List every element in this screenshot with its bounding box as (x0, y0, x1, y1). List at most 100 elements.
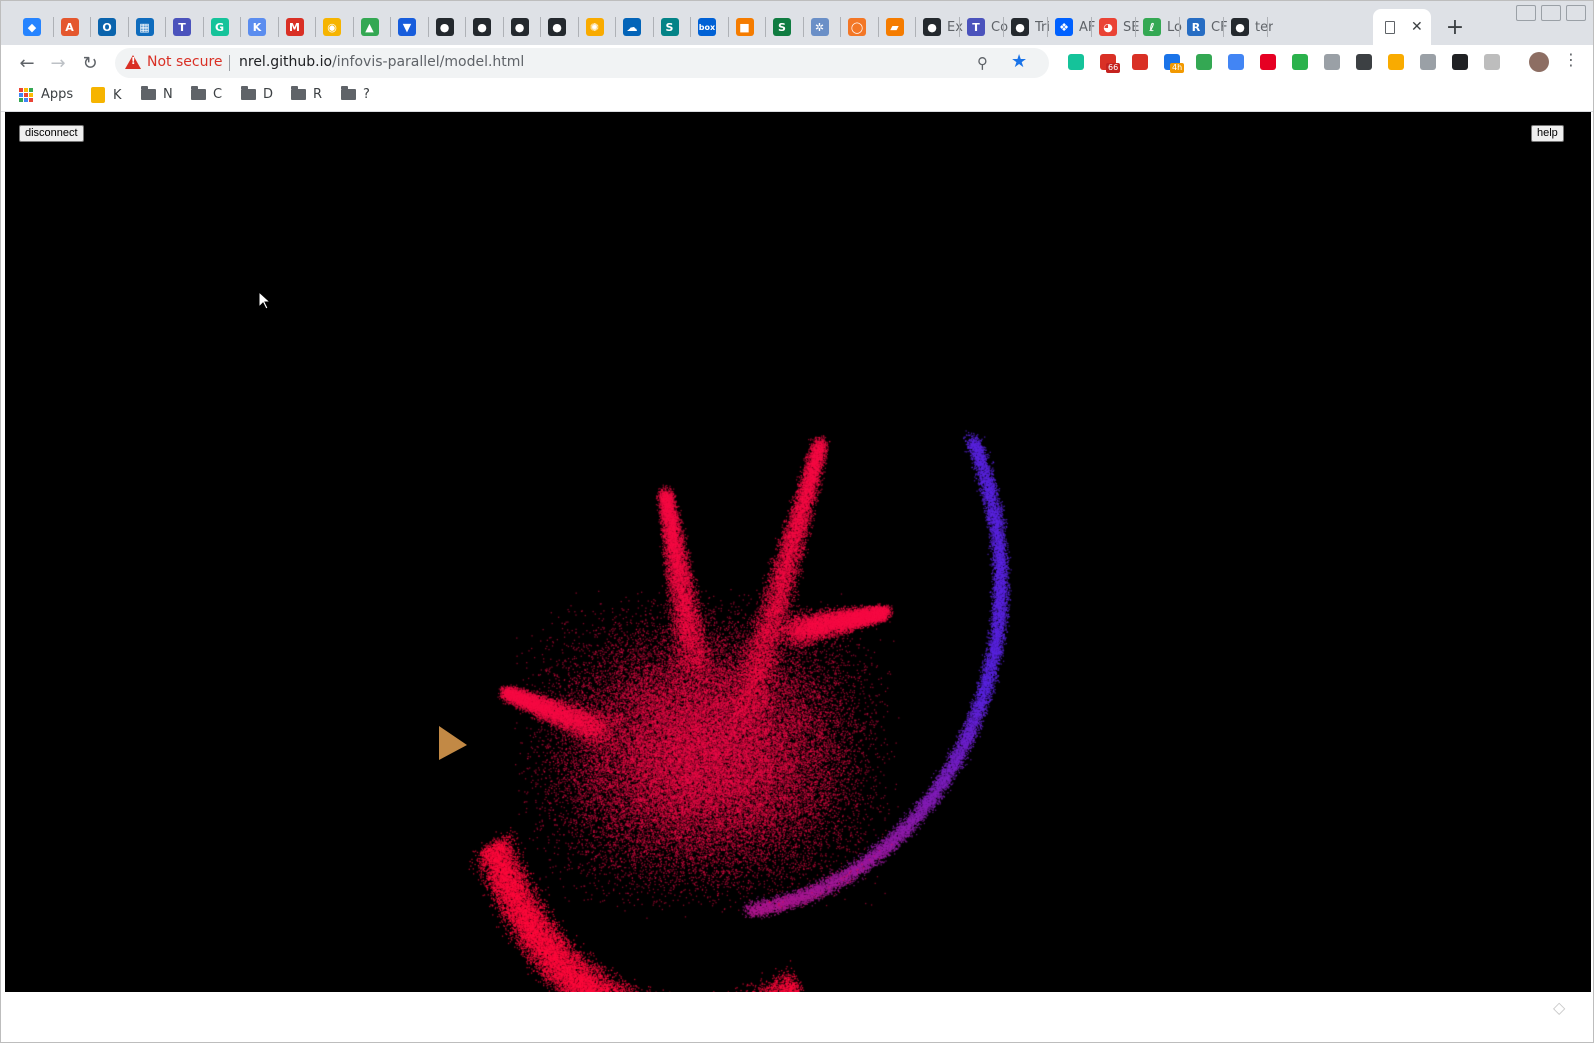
bookmark-label: D (263, 87, 274, 102)
maximize-button[interactable] (1541, 5, 1561, 21)
github-icon: ● (548, 18, 566, 36)
circle-icon[interactable] (1484, 54, 1500, 70)
drive-icon: ▲ (360, 18, 379, 36)
browser-tab[interactable]: ◯ (848, 9, 866, 45)
browser-tab[interactable]: ▲ (360, 9, 379, 45)
bookmark-apps[interactable]: Apps (19, 87, 73, 102)
calendar-icon[interactable]: 4h (1164, 54, 1185, 73)
browser-tab[interactable]: M (285, 9, 304, 45)
browser-tab[interactable]: ▦ (135, 9, 154, 45)
close-tab-icon[interactable]: ✕ (1411, 19, 1423, 35)
page-viewport[interactable]: disconnect help (5, 112, 1591, 992)
browser-tab[interactable]: T (173, 9, 191, 45)
browser-tab[interactable]: ✲ (810, 9, 829, 45)
sharepoint-icon: S (660, 18, 679, 36)
bookmark-label: Apps (41, 87, 74, 102)
document-icon (1385, 20, 1395, 34)
browser-tab[interactable]: S (773, 9, 791, 45)
browser-tab[interactable]: G (210, 9, 229, 45)
drive-icon[interactable] (1196, 54, 1212, 70)
browser-tab[interactable]: ☁ (623, 9, 641, 45)
bookmark-r[interactable]: R (291, 86, 323, 102)
minimize-button[interactable] (1516, 5, 1536, 21)
tab-separator (390, 17, 391, 37)
zoom-icon[interactable]: ⚲ (977, 54, 988, 72)
tab-strip: ◆ A O ▦ T G K M ◉ ▲ ▼ ● ● ● ● ✺ ☁ Sbox ■ S ✲ ◯ ▰ ● Ex T Co ● Tri ❖ AF ◕… (1, 1, 1593, 45)
point-cloud-canvas[interactable] (5, 112, 1591, 992)
gear-icon: ✲ (810, 18, 829, 36)
browser-tab[interactable]: ● (548, 9, 566, 45)
keep-icon: ◉ (323, 18, 341, 36)
browser-tab[interactable]: box (698, 9, 716, 45)
active-tab[interactable]: ✕ (1373, 9, 1431, 45)
browser-tab[interactable]: O (98, 9, 116, 45)
back-button[interactable]: ← (15, 51, 39, 75)
tab-title: CF (1211, 19, 1228, 35)
eye-icon[interactable] (1452, 54, 1468, 70)
bookmark-unknown[interactable]: ? (341, 86, 370, 102)
bookmark-label: R (313, 87, 323, 102)
bookmark-n[interactable]: N (141, 86, 173, 102)
tab-separator (959, 17, 960, 37)
bookmark-c[interactable]: C (191, 86, 222, 102)
browser-tab[interactable]: ◉ (323, 9, 341, 45)
forward-button[interactable]: → (46, 51, 70, 75)
tab-separator (915, 17, 916, 37)
menu-icon[interactable]: ⋮ (1563, 50, 1579, 69)
tab-separator (465, 17, 466, 37)
tag-icon[interactable] (1324, 54, 1340, 70)
star-badge-icon[interactable] (1388, 54, 1404, 70)
browser-window: ◆ A O ▦ T G K M ◉ ▲ ▼ ● ● ● ● ✺ ☁ Sbox ■ S ✲ ◯ ▰ ● Ex T Co ● Tri ❖ AF ◕… (0, 0, 1594, 1043)
tab-separator (577, 17, 579, 37)
gmail-icon[interactable] (1132, 54, 1148, 70)
folder-icon (141, 86, 156, 100)
keep-icon (91, 87, 105, 103)
browser-tab[interactable]: ◆ (23, 9, 41, 45)
disconnect-button[interactable]: disconnect (19, 125, 84, 142)
tab-title: SE (1123, 19, 1140, 35)
bitwarden-icon: ▼ (398, 18, 416, 36)
tab-separator (1135, 17, 1136, 37)
grammarly-icon[interactable] (1068, 54, 1084, 70)
lightbulb-icon[interactable] (1356, 54, 1372, 70)
security-status[interactable]: Not secure (147, 54, 223, 70)
browser-tab[interactable]: ✺ (585, 9, 604, 45)
book-icon: ▰ (885, 18, 904, 36)
new-tab-button[interactable]: + (1441, 13, 1469, 41)
tab-separator (352, 17, 354, 37)
close-window-button[interactable] (1566, 5, 1586, 21)
browser-tab[interactable]: A (60, 9, 79, 45)
weather-icon: ✺ (585, 18, 604, 36)
tab-title: Co (991, 19, 1009, 35)
help-button[interactable]: help (1531, 125, 1564, 142)
browser-tab[interactable]: ■ (735, 9, 754, 45)
url-text[interactable]: nrel.github.io/infovis-parallel/model.ht… (239, 54, 524, 70)
browser-tab[interactable]: S (660, 9, 679, 45)
bookmark-d[interactable]: D (241, 86, 274, 102)
browser-tab[interactable]: ● (510, 9, 529, 45)
outlook-icon: O (98, 18, 116, 36)
play-marker-icon[interactable] (435, 724, 471, 764)
browser-tab[interactable]: ▼ (398, 9, 416, 45)
reload-button[interactable]: ↻ (78, 51, 102, 75)
browser-tab[interactable]: ● (435, 9, 454, 45)
translate-icon[interactable] (1228, 54, 1244, 70)
jupyter-icon: ◯ (848, 18, 866, 36)
tab-separator (1179, 17, 1180, 37)
browser-tab[interactable]: ● (473, 9, 491, 45)
browser-tab[interactable]: ▰ (885, 9, 904, 45)
diamond-icon[interactable]: ◇ (1553, 998, 1565, 1017)
browser-tab[interactable]: K (248, 9, 266, 45)
tab-title: Ex (947, 19, 963, 35)
tab-separator (502, 17, 504, 37)
feedly-icon[interactable] (1292, 54, 1308, 70)
address-bar[interactable]: Not secure nrel.github.io/infovis-parall… (115, 48, 1049, 78)
tab-separator (90, 17, 91, 37)
bookmark-k[interactable]: K (91, 87, 122, 103)
document-icon[interactable] (1420, 54, 1436, 70)
profile-avatar[interactable] (1529, 52, 1549, 72)
gmail-icon[interactable]: 66 (1100, 54, 1121, 73)
bookmark-star-icon[interactable]: ★ (1011, 51, 1027, 72)
leaf-icon: ℓ (1143, 18, 1161, 36)
pinterest-icon[interactable] (1260, 54, 1276, 70)
